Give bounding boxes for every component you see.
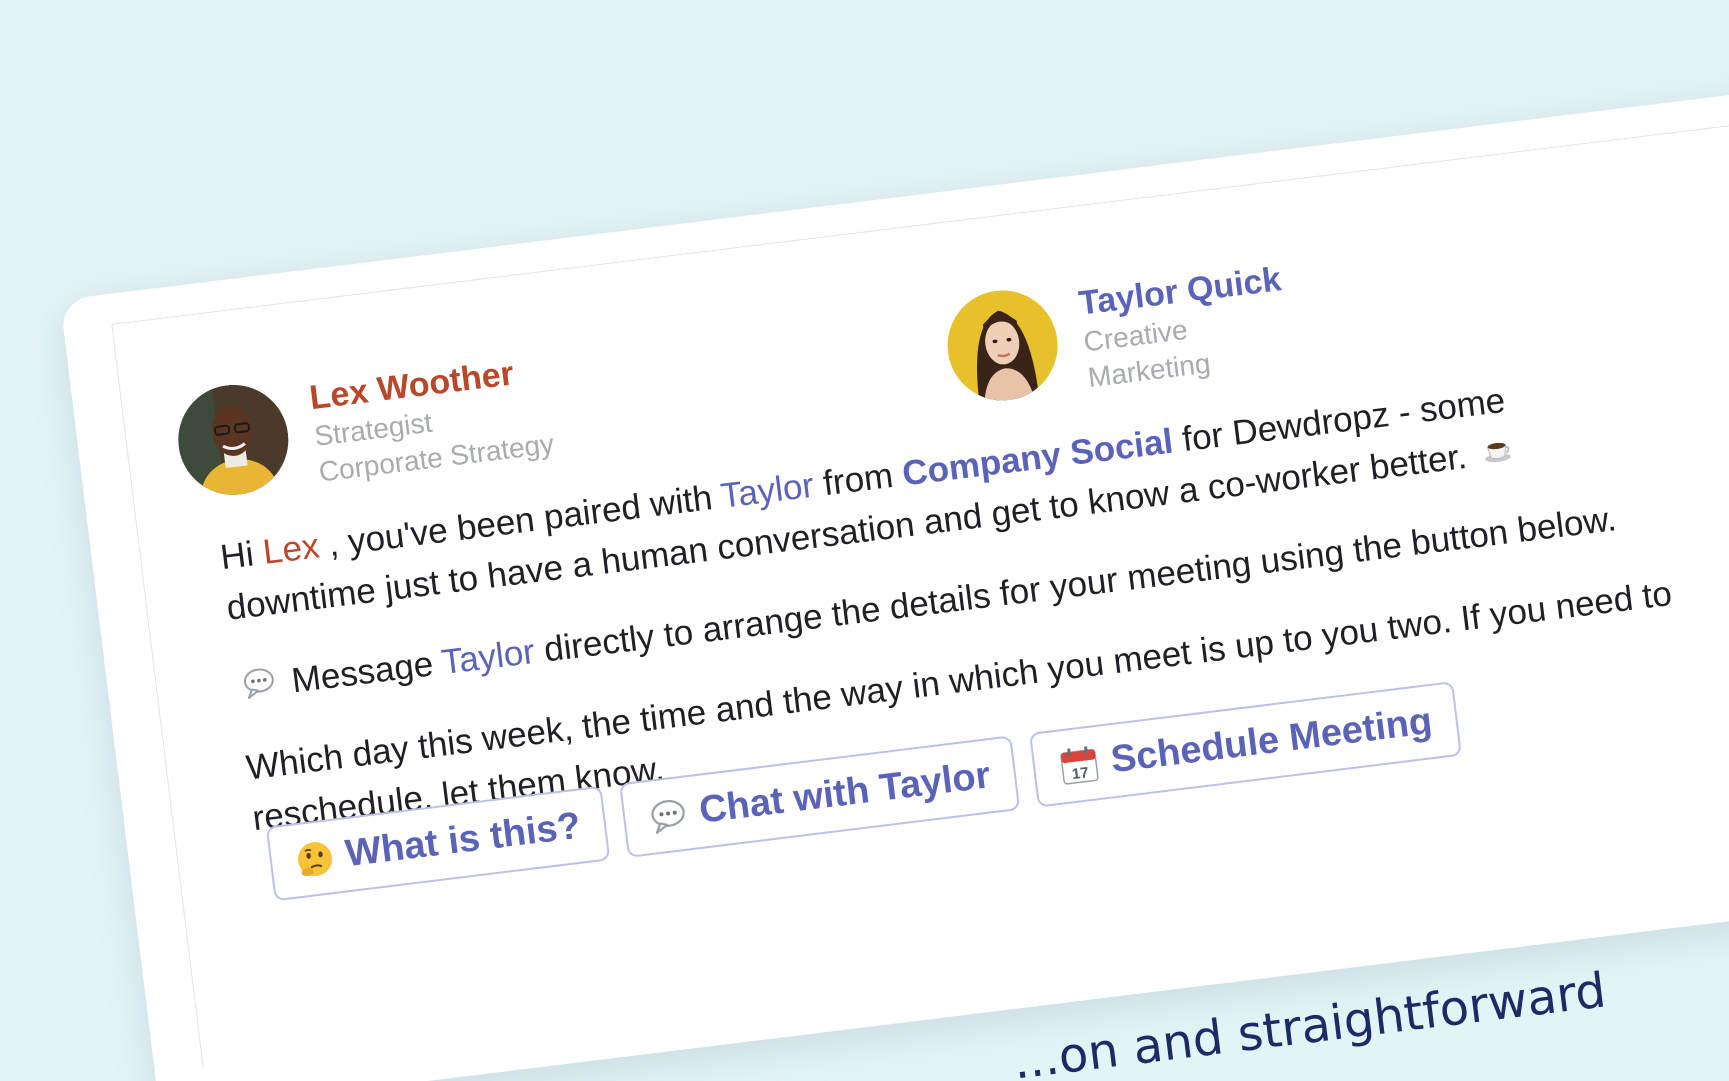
avatar-lex[interactable]	[172, 378, 295, 502]
mention-lex[interactable]: Lex	[261, 526, 322, 572]
coffee-icon	[1479, 428, 1515, 482]
calendar-icon: 17	[1057, 742, 1102, 787]
screenshot-stage: Lex Woother Strategist Corporate Strateg…	[0, 0, 1729, 1081]
calendar-day-number: 17	[1071, 764, 1090, 783]
message-verb-text: Message	[289, 644, 436, 701]
speech-bubble-icon	[648, 794, 690, 836]
avatar-taylor[interactable]	[941, 284, 1064, 407]
what-is-this-label: What is this?	[343, 804, 583, 876]
from-text: from	[820, 455, 896, 504]
mention-taylor-2[interactable]: Taylor	[440, 632, 537, 682]
greeting-text: Hi	[218, 534, 256, 578]
speech-bubble-icon	[240, 660, 280, 715]
pairing-message-card: Lex Woother Strategist Corporate Strateg…	[60, 85, 1729, 1081]
thinking-face-icon	[294, 837, 336, 879]
mention-taylor[interactable]: Taylor	[719, 466, 816, 516]
